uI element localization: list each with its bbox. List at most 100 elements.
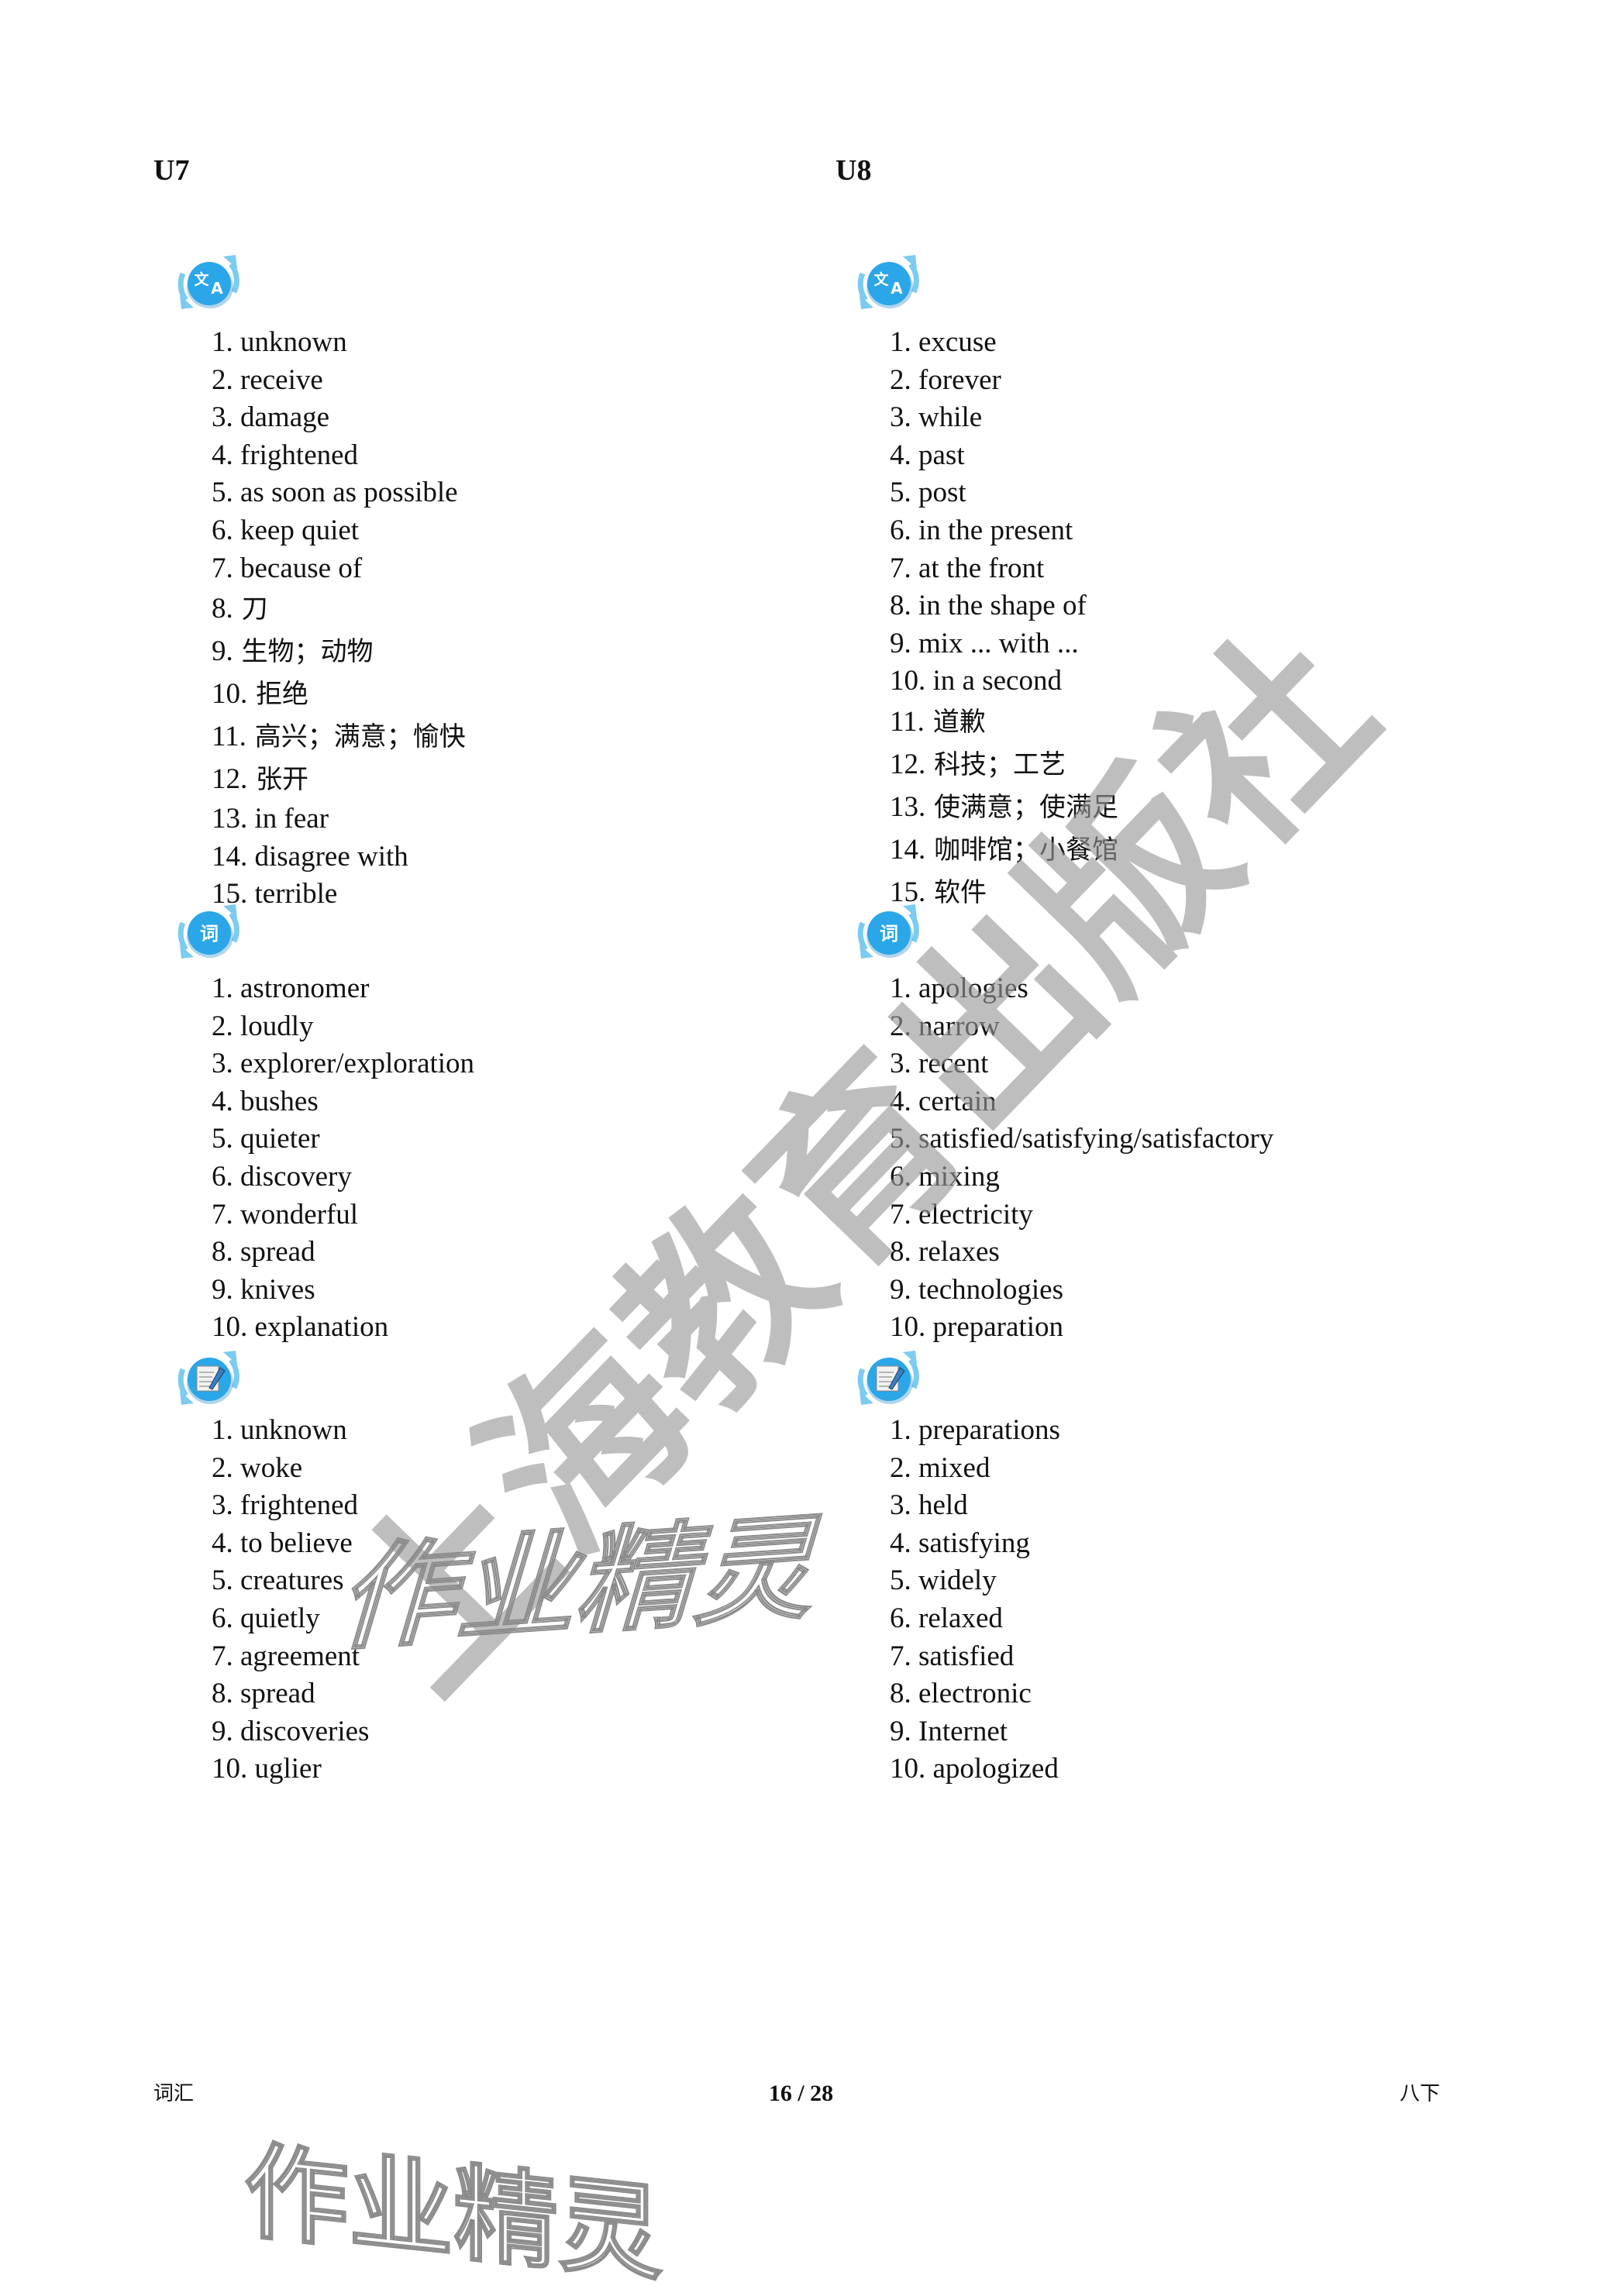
answer-item: 4. frightened bbox=[212, 437, 466, 475]
answer-text: woke bbox=[240, 1451, 303, 1484]
answer-text: keep quiet bbox=[240, 514, 360, 546]
answer-text: unknown bbox=[240, 1414, 347, 1446]
answer-item: 9. mix ... with ... bbox=[890, 625, 1118, 663]
answer-item: 10. apologized bbox=[890, 1750, 1060, 1788]
answer-number: 8. bbox=[890, 590, 911, 622]
answer-item: 8. relaxes bbox=[890, 1234, 1273, 1272]
answer-item: 7. satisfied bbox=[890, 1638, 1060, 1676]
answer-item: 5. post bbox=[890, 474, 1118, 512]
answer-number: 6. bbox=[890, 514, 911, 546]
answer-number: 7. bbox=[212, 552, 233, 584]
answer-item: 5. quieter bbox=[212, 1120, 474, 1158]
answer-item: 8. spread bbox=[212, 1234, 474, 1272]
answer-item: 3. frightened bbox=[212, 1487, 369, 1525]
answer-text: mixed bbox=[918, 1451, 990, 1484]
answer-item: 7. wonderful bbox=[212, 1196, 474, 1234]
answer-text: to believe bbox=[240, 1527, 353, 1559]
answer-text: Internet bbox=[918, 1715, 1008, 1747]
answer-text: because of bbox=[240, 552, 363, 584]
answer-item: 5. widely bbox=[890, 1562, 1060, 1600]
answer-text: damage bbox=[240, 401, 330, 434]
answer-number: 7. bbox=[212, 1640, 233, 1672]
answer-text: 高兴；满意；愉快 bbox=[254, 721, 466, 753]
answer-number: 6. bbox=[212, 514, 233, 546]
answer-number: 7. bbox=[212, 1198, 233, 1231]
answer-text: satisfied/satisfying/satisfactory bbox=[918, 1123, 1274, 1155]
answer-item: 3. held bbox=[890, 1487, 1060, 1525]
answer-item: 2. woke bbox=[212, 1450, 369, 1488]
answer-item: 5. satisfied/satisfying/satisfactory bbox=[890, 1120, 1273, 1158]
answer-number: 9. bbox=[212, 635, 233, 668]
answer-text: post bbox=[918, 477, 966, 509]
answer-item: 3. recent bbox=[890, 1045, 1273, 1083]
answer-item: 7. because of bbox=[212, 550, 466, 588]
answer-number: 9. bbox=[212, 1715, 233, 1747]
answer-item: 11. 道歉 bbox=[890, 701, 1118, 743]
answer-number: 13. bbox=[212, 803, 248, 835]
answer-list-u7-section-3: 1. unknown 2. woke 3. frightened 4. to beli… bbox=[212, 1412, 369, 1788]
answer-number: 2. bbox=[212, 1451, 233, 1484]
answer-item: 4. certain bbox=[890, 1083, 1273, 1121]
answer-number: 3. bbox=[890, 1048, 911, 1080]
answer-text: relaxes bbox=[918, 1236, 1000, 1268]
answer-item: 8. spread bbox=[212, 1675, 369, 1713]
answer-text: astronomer bbox=[240, 972, 370, 1004]
answer-text: discoveries bbox=[240, 1715, 370, 1747]
answer-item: 10. 拒绝 bbox=[212, 673, 466, 715]
answer-text: apologies bbox=[918, 972, 1028, 1004]
answer-number: 10. bbox=[212, 678, 248, 711]
answer-number: 14. bbox=[212, 840, 248, 873]
answer-number: 3. bbox=[212, 1048, 233, 1080]
answer-text: 生物；动物 bbox=[241, 636, 374, 668]
answer-text: explorer/exploration bbox=[240, 1048, 475, 1080]
answer-number: 10. bbox=[890, 1311, 926, 1344]
answer-text: 咖啡馆；小餐馆 bbox=[934, 834, 1119, 866]
answer-list-u7-section-1: 1. unknown 2. receive 3. damage 4. frighten… bbox=[212, 324, 466, 914]
answer-text: receive bbox=[240, 363, 323, 396]
answer-item: 4. to believe bbox=[212, 1525, 369, 1563]
answer-text: satisfied bbox=[918, 1640, 1015, 1672]
answer-text: spread bbox=[240, 1678, 315, 1710]
answer-item: 1. preparations bbox=[890, 1412, 1060, 1450]
answer-text: while bbox=[918, 401, 983, 434]
answer-list-u8-section-1: 1. excuse 2. forever 3. while 4. past 5. pos… bbox=[890, 324, 1118, 914]
svg-text:词: 词 bbox=[880, 923, 898, 945]
answer-number: 5. bbox=[890, 1565, 911, 1597]
answer-item: 9. knives bbox=[212, 1272, 474, 1310]
answer-text: quietly bbox=[240, 1602, 320, 1634]
answer-text: narrow bbox=[918, 1010, 1000, 1042]
answer-text: in a second bbox=[932, 665, 1062, 697]
word-ci-icon: 词 bbox=[163, 893, 256, 971]
answer-number: 2. bbox=[212, 1010, 233, 1042]
answer-number: 2. bbox=[890, 1010, 911, 1042]
word-ci-icon: 词 bbox=[842, 893, 935, 971]
answer-text: in fear bbox=[254, 803, 329, 835]
answer-text: agreement bbox=[240, 1640, 360, 1672]
answer-text: satisfying bbox=[918, 1527, 1030, 1559]
answer-item: 2. narrow bbox=[890, 1008, 1273, 1046]
answer-item: 10. in a second bbox=[890, 663, 1118, 701]
unit-heading-u8: U8 bbox=[835, 154, 872, 187]
answer-number: 1. bbox=[890, 972, 911, 1004]
answer-number: 4. bbox=[890, 1527, 911, 1559]
answer-item: 14. disagree with bbox=[212, 838, 466, 876]
answer-item: 4. bushes bbox=[212, 1083, 474, 1121]
translate-icon: 文 A bbox=[842, 244, 935, 322]
answer-item: 13. in fear bbox=[212, 800, 466, 838]
answer-number: 3. bbox=[212, 401, 233, 434]
answer-text: technologies bbox=[918, 1273, 1064, 1306]
answer-item: 6. relaxed bbox=[890, 1600, 1060, 1638]
footer-grade-label: 八下 bbox=[1400, 2082, 1441, 2105]
answer-number: 9. bbox=[212, 1273, 233, 1306]
answer-number: 8. bbox=[890, 1236, 911, 1268]
answer-item: 12. 科技；工艺 bbox=[890, 743, 1118, 786]
answer-item: 14. 咖啡馆；小餐馆 bbox=[890, 828, 1118, 871]
answer-text: certain bbox=[918, 1085, 997, 1117]
answer-number: 5. bbox=[212, 1123, 233, 1155]
answer-item: 4. satisfying bbox=[890, 1525, 1060, 1563]
answer-list-u7-section-2: 1. astronomer 2. loudly 3. explorer/explor… bbox=[212, 970, 474, 1347]
answer-text: widely bbox=[918, 1565, 997, 1597]
svg-text:词: 词 bbox=[200, 923, 219, 945]
answer-number: 1. bbox=[890, 1414, 911, 1446]
answer-text: knives bbox=[240, 1273, 315, 1306]
